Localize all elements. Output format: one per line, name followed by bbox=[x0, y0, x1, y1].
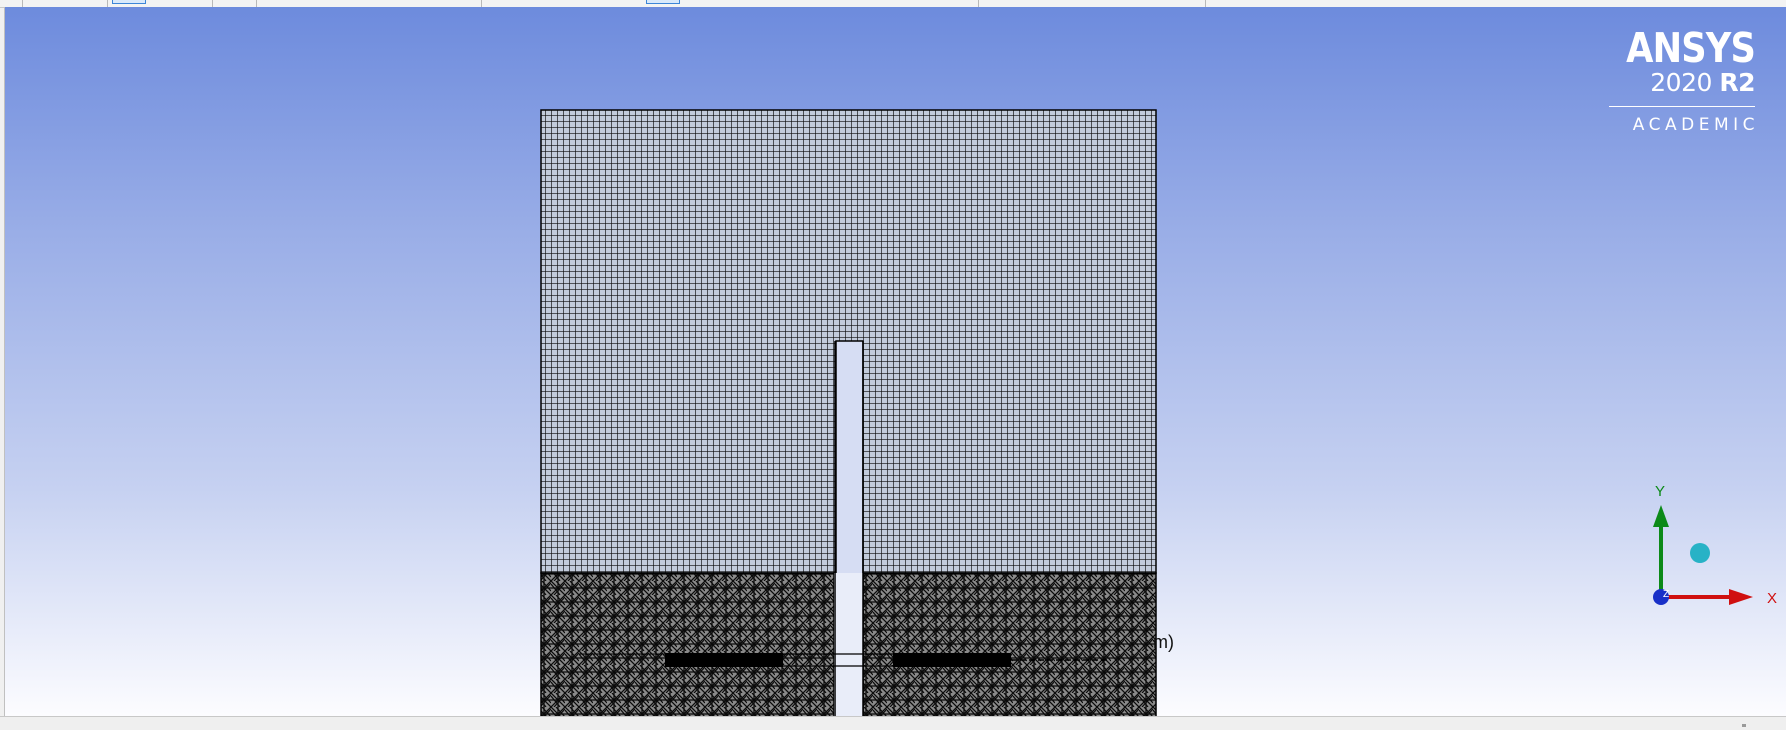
graphics-viewport[interactable]: Y X Z ANSYS 2020 R2 ACADEMIC m) bbox=[4, 7, 1786, 716]
toolbar-separator bbox=[1205, 0, 1206, 7]
toolbar-separator bbox=[107, 0, 108, 7]
toolbar-separator bbox=[212, 0, 213, 7]
toolbar-separator bbox=[22, 0, 23, 7]
inclusion-bar-left[interactable] bbox=[665, 653, 783, 667]
status-bar bbox=[0, 716, 1786, 730]
toolbar-separator bbox=[256, 0, 257, 7]
central-slot-lower bbox=[834, 573, 863, 716]
inclusion-bar-right[interactable] bbox=[893, 653, 1011, 667]
resize-grip[interactable] bbox=[1742, 724, 1746, 727]
toolbar-button-active[interactable] bbox=[112, 0, 146, 4]
unstructured-mesh-region-right[interactable] bbox=[862, 572, 1157, 716]
unstructured-mesh-region-left[interactable] bbox=[540, 572, 835, 716]
toolbar-separator bbox=[481, 0, 482, 7]
toolbar-separator bbox=[978, 0, 979, 7]
scale-unit-label: m) bbox=[1153, 632, 1174, 652]
y-axis-label: Y bbox=[1655, 483, 1665, 500]
iso-view-sphere[interactable] bbox=[1690, 543, 1710, 563]
logo-divider bbox=[1609, 106, 1755, 107]
z-axis-label: Z bbox=[1663, 589, 1669, 600]
logo-edition: ACADEMIC bbox=[1632, 115, 1759, 135]
ansys-logo: ANSYS 2020 R2 ACADEMIC bbox=[1595, 24, 1756, 135]
toolbar-button-active[interactable] bbox=[646, 0, 680, 4]
logo-brand: ANSYS bbox=[1626, 24, 1756, 72]
x-axis-label: X bbox=[1767, 590, 1777, 607]
logo-version: 2020 R2 bbox=[1650, 68, 1755, 97]
coordinate-triad[interactable]: Y X Z bbox=[1653, 483, 1777, 607]
mesh-display[interactable]: Y X Z bbox=[5, 7, 1786, 716]
